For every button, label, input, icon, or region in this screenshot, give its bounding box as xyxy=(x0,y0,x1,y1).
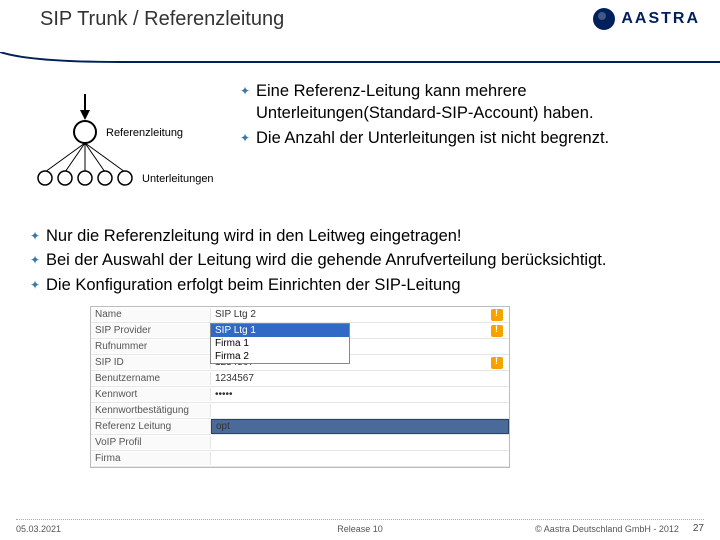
bullet-text: Die Anzahl der Unterleitungen ist nicht … xyxy=(256,127,690,149)
bullet-item: ✦ Eine Referenz-Leitung kann mehrere Unt… xyxy=(240,80,690,125)
form-row: Kennwort••••• xyxy=(91,387,509,403)
lower-bullet-list: ✦ Nur die Referenzleitung wird in den Le… xyxy=(30,225,690,296)
bullet-item: ✦ Nur die Referenzleitung wird in den Le… xyxy=(30,225,690,247)
form-row: Firma xyxy=(91,451,509,467)
header-divider xyxy=(0,52,720,60)
dropdown-option[interactable]: Firma 1 xyxy=(211,337,349,350)
star-icon: ✦ xyxy=(240,80,256,125)
bullet-item: ✦ Die Konfiguration erfolgt beim Einrich… xyxy=(30,274,690,296)
brand-logo: AASTRA xyxy=(593,8,700,30)
star-icon: ✦ xyxy=(30,274,46,296)
bullet-item: ✦ Die Anzahl der Unterleitungen ist nich… xyxy=(240,127,690,149)
footer: 05.03.2021 Release 10 © Aastra Deutschla… xyxy=(0,523,720,534)
footer-release: Release 10 xyxy=(337,524,383,534)
form-row: VoIP Profil xyxy=(91,435,509,451)
top-bullet-list: ✦ Eine Referenz-Leitung kann mehrere Unt… xyxy=(240,80,690,151)
page-number: 27 xyxy=(693,523,704,534)
bullet-text: Bei der Auswahl der Leitung wird die geh… xyxy=(46,249,690,271)
reference-diagram: Referenzleitung Unterleitungen xyxy=(30,80,220,211)
dropdown-option[interactable]: Firma 2 xyxy=(211,350,349,363)
bullet-item: ✦ Bei der Auswahl der Leitung wird die g… xyxy=(30,249,690,271)
footer-date: 05.03.2021 xyxy=(16,524,61,534)
warning-icon xyxy=(491,325,503,337)
warning-icon xyxy=(491,309,503,321)
config-form-screenshot: NameSIP Ltg 2 SIP ProviderSipgate Rufnum… xyxy=(90,306,510,468)
dropdown-menu[interactable]: SIP Ltg 1 Firma 1 Firma 2 xyxy=(210,323,350,364)
reference-dropdown[interactable]: opt xyxy=(211,419,509,434)
bullet-text: Nur die Referenzleitung wird in den Leit… xyxy=(46,225,690,247)
logo-text: AASTRA xyxy=(621,10,700,28)
bullet-text: Eine Referenz-Leitung kann mehrere Unter… xyxy=(256,80,690,125)
logo-icon xyxy=(593,8,615,30)
form-row: Kennwortbestätigung xyxy=(91,403,509,419)
warning-icon xyxy=(491,357,503,369)
dropdown-option[interactable]: SIP Ltg 1 xyxy=(211,324,349,337)
bullet-text: Die Konfiguration erfolgt beim Einrichte… xyxy=(46,274,690,296)
footer-copyright: © Aastra Deutschland GmbH - 2012 xyxy=(535,524,679,534)
form-row: Referenz Leitungopt xyxy=(91,419,509,435)
diagram-ref-label: Referenzleitung xyxy=(106,127,183,139)
star-icon: ✦ xyxy=(30,225,46,247)
star-icon: ✦ xyxy=(240,127,256,149)
form-row: NameSIP Ltg 2 xyxy=(91,307,509,323)
form-row: Benutzername1234567 xyxy=(91,371,509,387)
diagram-sub-label: Unterleitungen xyxy=(142,173,214,185)
star-icon: ✦ xyxy=(30,249,46,271)
